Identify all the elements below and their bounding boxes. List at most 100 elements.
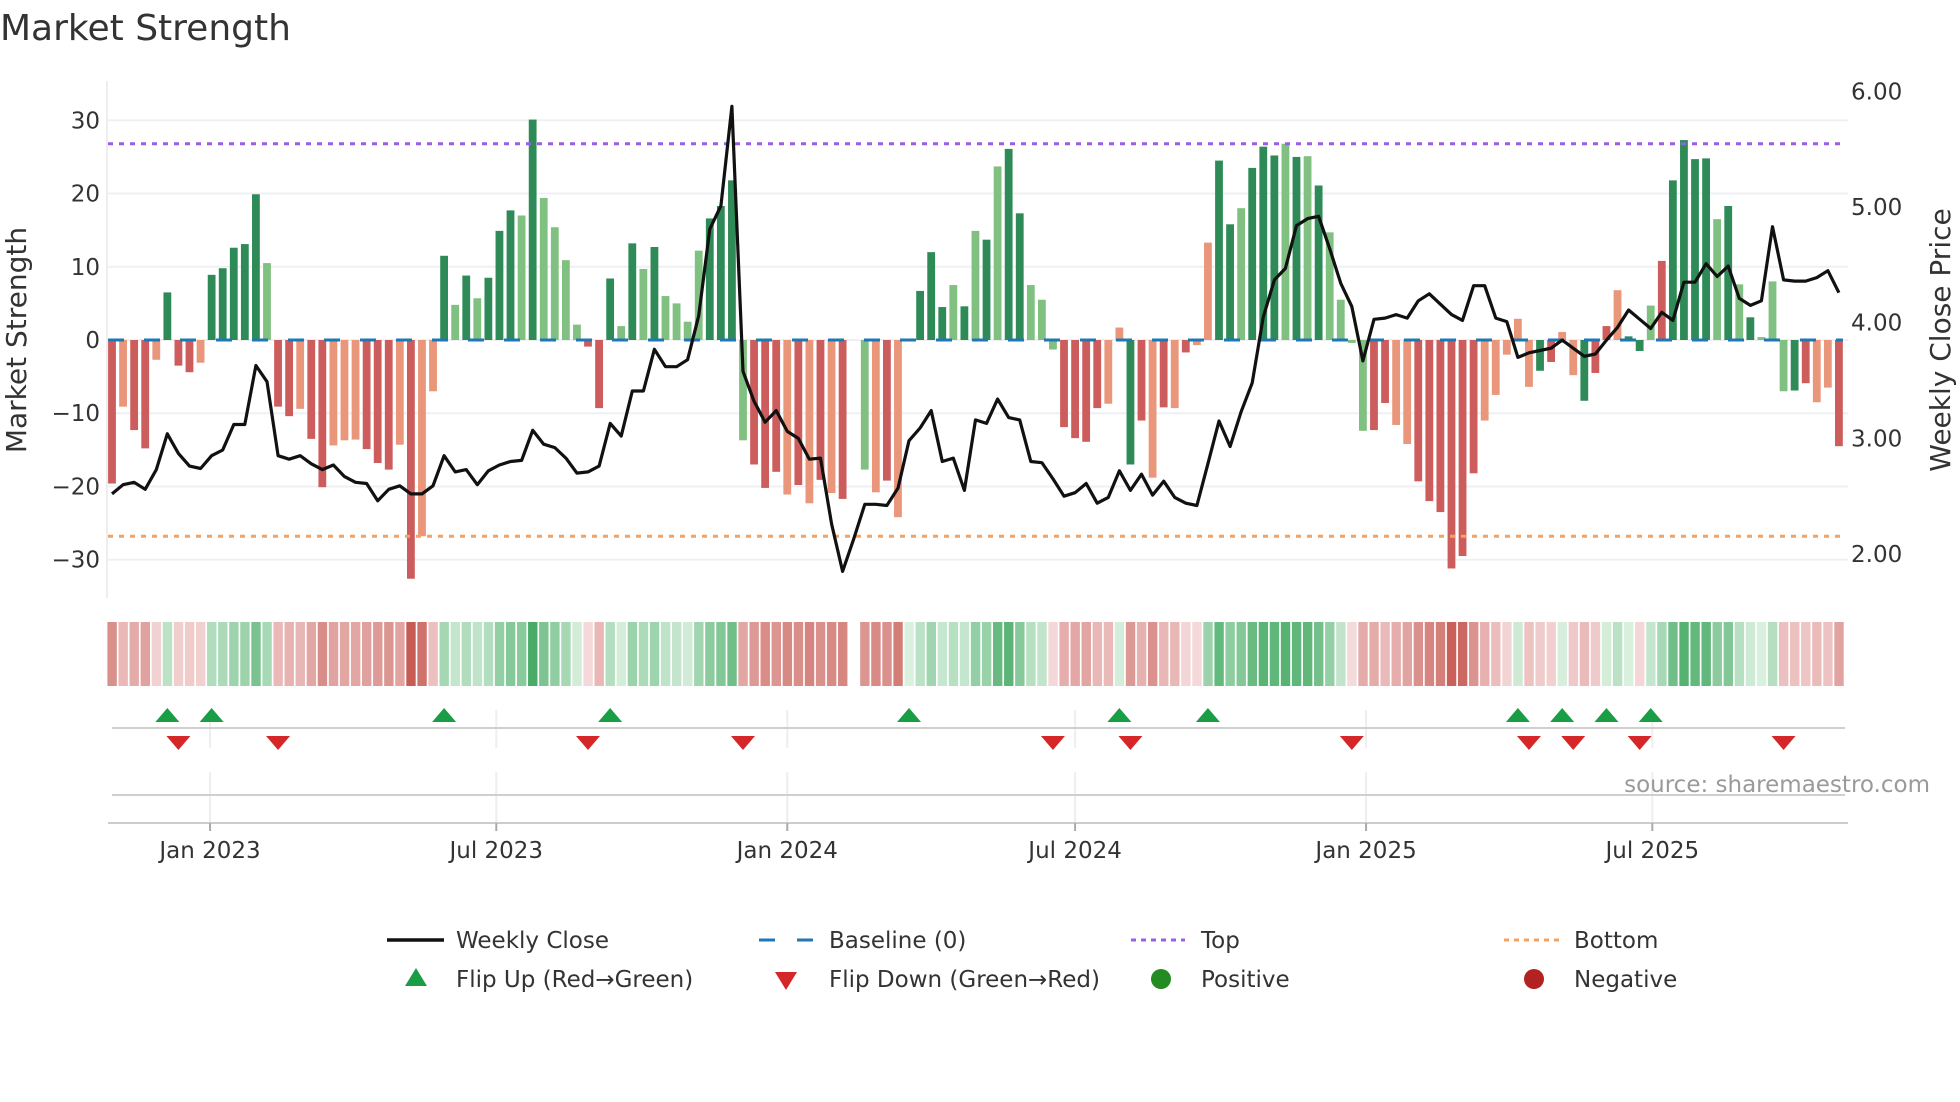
flip-down-marker [1118, 736, 1143, 750]
heatmap-cell [1435, 622, 1446, 686]
heatmap-cell [1513, 622, 1523, 686]
heatmap-cell [1269, 622, 1280, 686]
strength-bar [716, 205, 725, 340]
strength-bar [683, 321, 692, 340]
strength-bar [240, 244, 249, 340]
strength-bar [1513, 318, 1522, 340]
strength-bar [517, 215, 526, 340]
strength-bar [351, 340, 360, 440]
strength-bar [1303, 156, 1312, 340]
strength-bar [1215, 160, 1223, 340]
strength-bar [1591, 340, 1600, 373]
legend-label: Weekly Close [456, 928, 609, 954]
heatmap-cell [583, 622, 593, 686]
heatmap-cell [1712, 622, 1722, 686]
strength-bar [539, 197, 548, 340]
y2-tick-label: 5.00 [1851, 195, 1902, 221]
strength-bar [1292, 156, 1301, 340]
strength-bar [1713, 219, 1722, 340]
flip-up-marker [1550, 708, 1575, 722]
strength-bar [1115, 327, 1124, 340]
heatmap-cell [804, 622, 815, 686]
heatmap-cell [472, 622, 483, 686]
heatmap-cell [660, 622, 671, 686]
heatmap-cell [1557, 622, 1567, 686]
heatmap-cell [705, 622, 715, 686]
heatmap-cell [461, 622, 472, 686]
strength-bar [528, 119, 537, 341]
heatmap-cell [173, 622, 184, 686]
strength-bar [916, 290, 925, 340]
heatmap-cell [1568, 622, 1579, 686]
heatmap-cell [771, 622, 781, 686]
heatmap-cell [1756, 622, 1767, 686]
heatmap-cell [539, 622, 549, 686]
heatmap-cell [749, 622, 759, 686]
strength-bar [1015, 213, 1024, 340]
heatmap-cell [1480, 622, 1490, 686]
strength-bar [130, 340, 139, 431]
strength-bar [185, 340, 194, 373]
flip-up-marker [155, 708, 180, 722]
heatmap-cell [362, 622, 372, 686]
heatmap-cell [826, 622, 837, 686]
heatmap-cell [1203, 622, 1213, 686]
heatmap-cell [1391, 622, 1401, 686]
heatmap-cell [616, 622, 627, 686]
strength-bar [971, 230, 980, 340]
heatmap-cell [1790, 622, 1800, 686]
heatmap-cell [727, 622, 737, 686]
strength-bar [573, 324, 581, 340]
strength-bar [1170, 340, 1179, 409]
heatmap-cell [1668, 622, 1678, 686]
strength-bar [1370, 340, 1378, 431]
strength-bar [606, 278, 615, 340]
legend-label: Baseline (0) [829, 928, 966, 954]
heatmap-cell [926, 622, 936, 686]
x-axis: Jan 2023 Jul 2023 Jan 2024 Jul 2024 Jan 2025… [108, 822, 1848, 864]
heatmap-cell [1302, 622, 1313, 686]
heatmap-cell [1170, 622, 1180, 686]
strength-bar [1525, 340, 1533, 387]
heatmap-cell [1635, 622, 1645, 686]
strength-bar [1779, 340, 1788, 392]
positive-dot-icon [1151, 969, 1171, 989]
heatmap-cell [184, 622, 195, 686]
strength-bar [252, 194, 260, 340]
heatmap-cell [262, 622, 272, 686]
heatmap-cell [627, 622, 638, 686]
heatmap-cell [1469, 622, 1479, 686]
flip-down-marker [266, 736, 291, 750]
flip-down-marker [1040, 736, 1065, 750]
heatmap-cell [1181, 622, 1191, 686]
strength-bar [661, 296, 670, 340]
x-tick-label: Jul 2023 [447, 838, 543, 864]
flip-up-marker [432, 708, 457, 722]
strength-bar [1680, 140, 1688, 340]
y2-axis-title: Weekly Close Price [1924, 208, 1957, 471]
heatmap-cell [450, 622, 460, 686]
heatmap-cell [1236, 622, 1246, 686]
heatmap-cell [1812, 622, 1822, 686]
heatmap-cell [793, 622, 804, 686]
heatmap-cell [317, 622, 328, 686]
strength-bar [1414, 340, 1423, 482]
strength-bar [429, 340, 437, 392]
heatmap-cell [195, 622, 206, 686]
legend-positive: Positive [1151, 967, 1290, 993]
y-tick-label: 20 [71, 182, 100, 208]
strength-bar [152, 340, 161, 360]
strength-bar [174, 340, 183, 366]
x-tick-label: Jan 2025 [1313, 838, 1416, 864]
flip-down-marker [1516, 736, 1541, 750]
heatmap-cell [306, 622, 317, 686]
strength-bar [462, 275, 471, 340]
strength-bar [406, 340, 415, 579]
heatmap-cell [118, 622, 128, 686]
heatmap-cell [107, 622, 117, 686]
heatmap-cell [782, 622, 793, 686]
flip-down-marker [1561, 736, 1586, 750]
flip-down-marker [576, 736, 601, 750]
negative-dot-icon [1524, 969, 1544, 989]
strength-bar [1458, 340, 1467, 557]
